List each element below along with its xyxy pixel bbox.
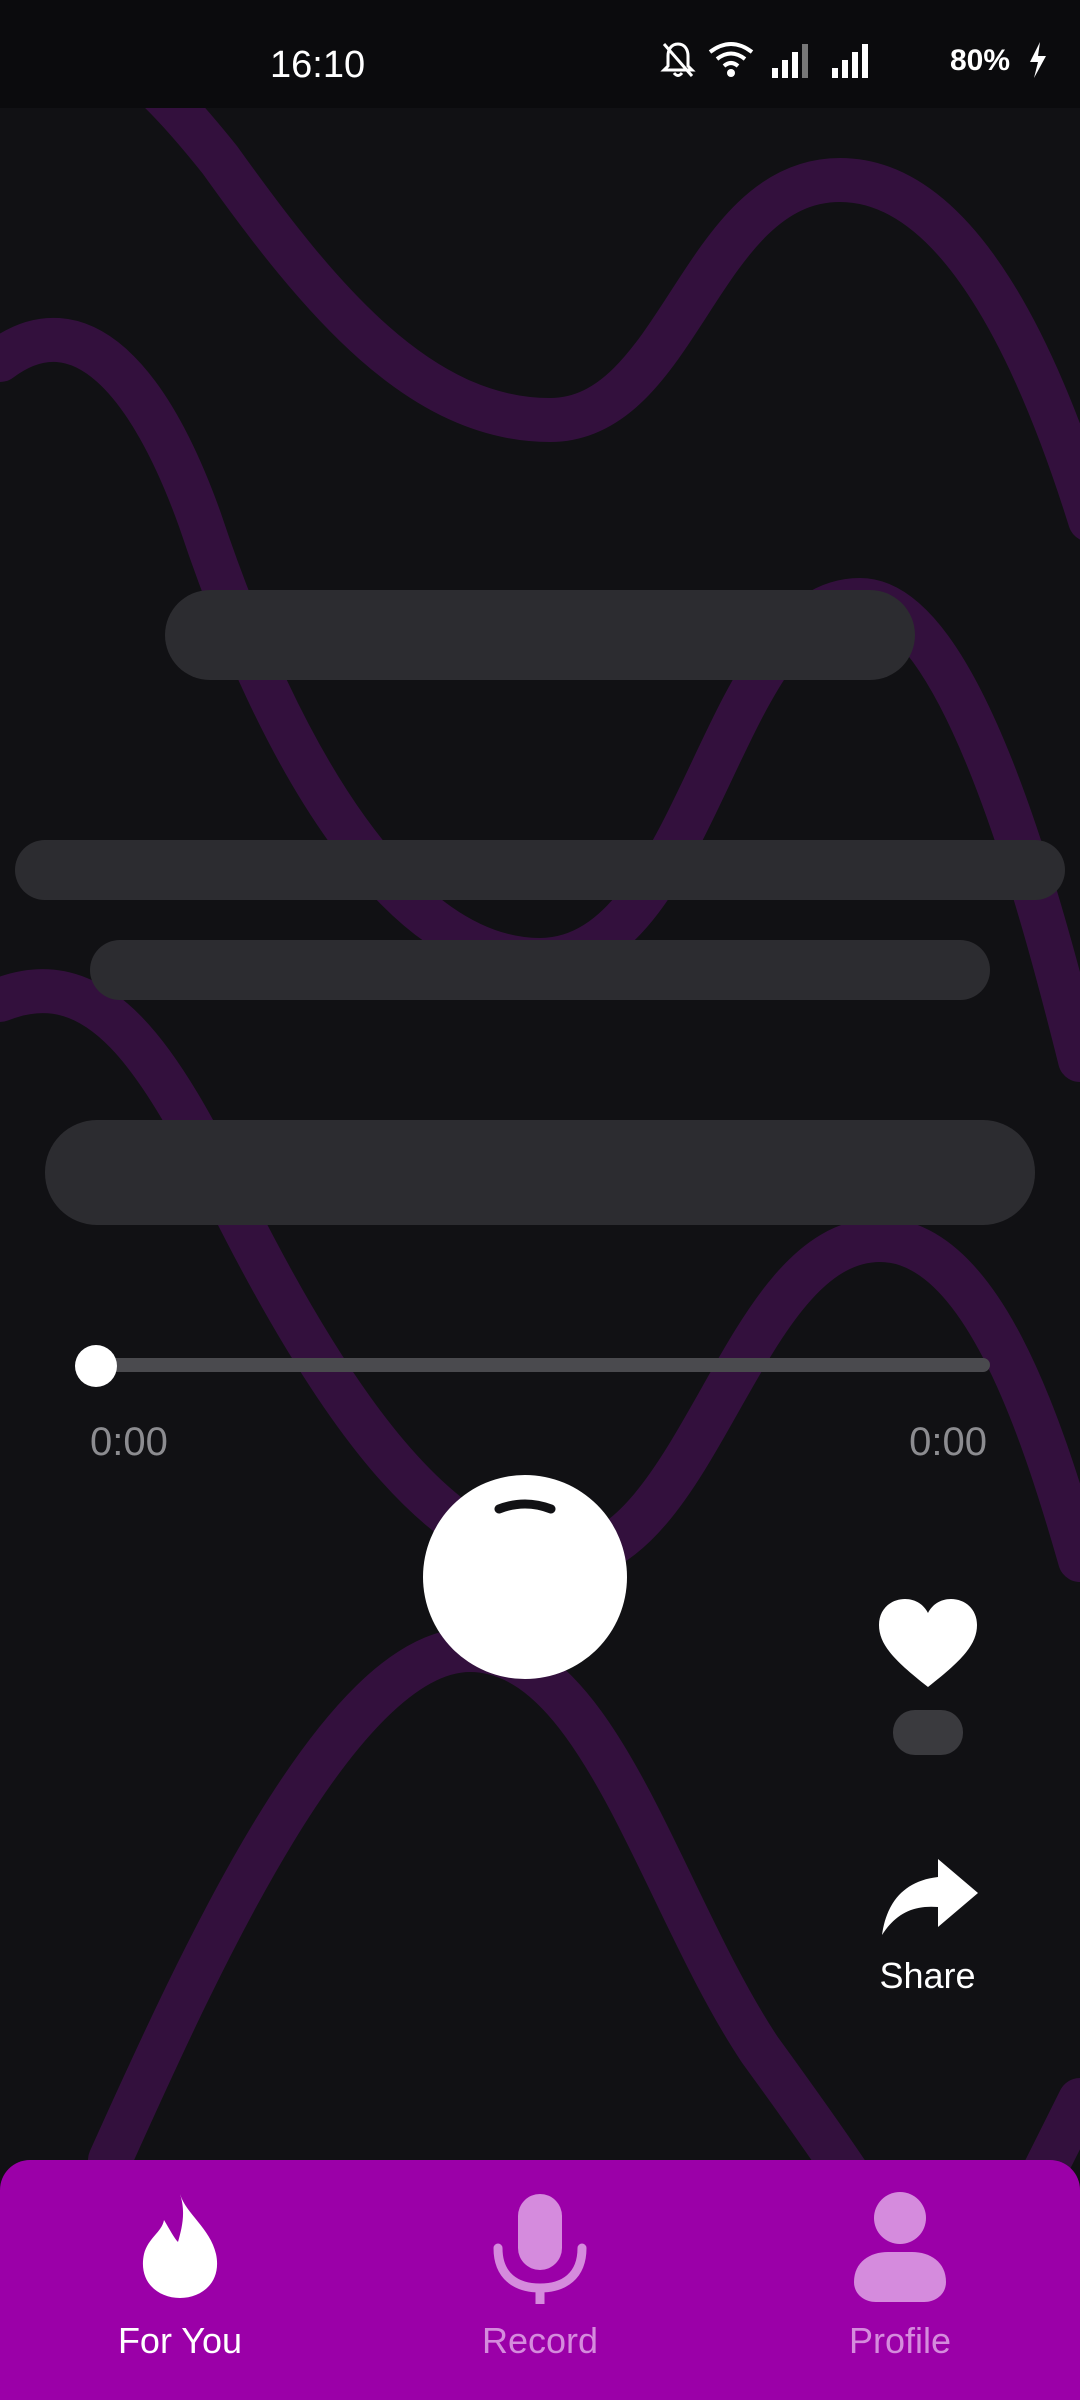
nav-label: Record [481,2320,599,2361]
nav-label: For You [117,2320,243,2361]
progress-track[interactable] [90,1358,990,1372]
text-line-skeleton [90,940,990,1000]
button-skeleton [45,1120,1035,1225]
play-button[interactable] [423,1475,627,1679]
heart-icon [879,1599,977,1687]
nav-item-for-you[interactable]: For You [0,2160,360,2400]
loading-spinner-icon [494,1499,556,1514]
text-line-skeleton [15,840,1065,900]
battery-percentage: 80% [949,44,1010,77]
signal-icon [772,44,808,78]
status-icons: 80% [660,40,1080,90]
nav-item-profile[interactable]: Profile [720,2160,1080,2400]
charging-icon [1030,42,1046,78]
like-button[interactable] [875,1595,981,1695]
wifi-icon [708,42,754,77]
nav-label: Profile [848,2320,952,2361]
status-bar: 16:10 80% [0,0,1080,108]
total-time: 0:00 [909,1420,987,1464]
share-label: Share [879,1955,976,1996]
microphone-icon [493,2194,587,2304]
status-time: 16:10 [270,44,366,86]
share-arrow-icon [882,1859,978,1935]
current-time: 0:00 [90,1420,168,1464]
bottom-nav: For You Record Profile [0,2160,1080,2400]
person-icon [854,2192,946,2302]
signal-icon [832,44,868,78]
flame-icon [142,2194,218,2298]
share-button[interactable]: Share [860,1855,995,2005]
progress-thumb[interactable] [75,1345,117,1387]
nav-item-record[interactable]: Record [360,2160,720,2400]
bell-muted-icon [660,42,696,77]
like-count-skeleton [893,1710,963,1755]
title-skeleton [165,590,915,680]
